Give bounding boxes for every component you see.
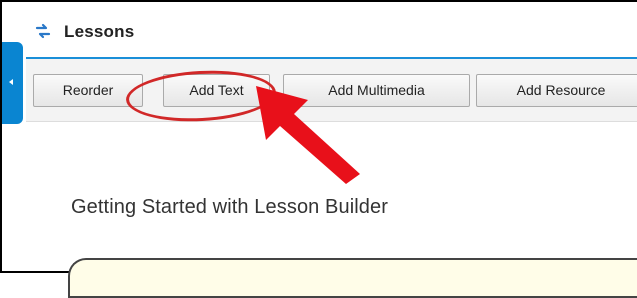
collapse-sidebar-tab[interactable] — [2, 42, 23, 124]
chevron-left-icon — [9, 79, 13, 85]
red-arrow-icon — [256, 86, 360, 184]
refresh-arrows-icon — [35, 23, 51, 39]
page-title: Lessons — [64, 22, 135, 41]
add-resource-button[interactable]: Add Resource — [476, 74, 637, 107]
text-content-box — [68, 258, 637, 298]
tool-title-bar: Lessons — [34, 20, 637, 46]
lesson-heading: Getting Started with Lesson Builder — [71, 196, 389, 218]
